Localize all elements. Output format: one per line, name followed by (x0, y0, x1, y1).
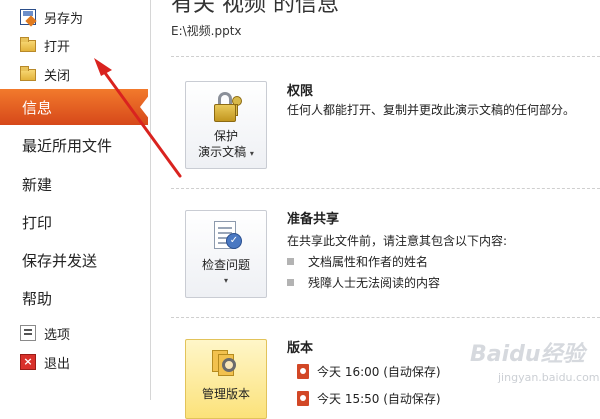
version-item[interactable]: 今天 15:50 (自动保存) (297, 390, 441, 407)
nav-recent[interactable]: 最近所用文件 (0, 127, 150, 163)
nav-print-label: 打印 (22, 213, 53, 232)
protect-presentation-button[interactable]: 保护 演示文稿 ▾ (185, 81, 267, 169)
backstage-nav: 另存为 打开 关闭 信息 最近所用文件 新建 打印 保存并发送 帮助 选项 × … (0, 0, 151, 400)
lock-key-icon (208, 90, 244, 124)
nav-info[interactable]: 信息 (0, 89, 148, 125)
close-folder-icon (20, 66, 36, 81)
check-issues-button[interactable]: ✓ 检查问题 ▾ (185, 210, 267, 298)
version-text: 今天 15:50 (自动保存) (317, 392, 441, 406)
bullet-text: 文档属性和作者的姓名 (308, 255, 429, 269)
bullet-text: 残障人士无法阅读的内容 (308, 276, 441, 290)
divider (171, 56, 600, 57)
nav-close-label: 关闭 (44, 68, 71, 84)
active-tab-notch (140, 94, 150, 120)
permissions-title: 权限 (287, 84, 314, 99)
divider (171, 317, 600, 318)
options-icon (20, 325, 36, 341)
list-item: 文档属性和作者的姓名 (287, 253, 428, 270)
nav-exit[interactable]: × 退出 (0, 348, 150, 376)
nav-close[interactable]: 关闭 (0, 60, 150, 88)
nav-open[interactable]: 打开 (0, 31, 150, 59)
version-text: 今天 16:00 (自动保存) (317, 365, 441, 379)
nav-save-send-label: 保存并发送 (22, 251, 98, 270)
protect-label-line1: 保护 (213, 129, 238, 143)
nav-help[interactable]: 帮助 (0, 280, 150, 316)
nav-recent-label: 最近所用文件 (22, 136, 113, 155)
nav-exit-label: 退出 (44, 356, 71, 372)
prepare-share-title: 准备共享 (287, 212, 340, 227)
watermark-logo: Baidu经验 (470, 342, 585, 367)
nav-save-send[interactable]: 保存并发送 (0, 242, 150, 278)
prepare-share-text: 在共享此文件前，请注意其包含以下内容: (287, 234, 508, 248)
nav-save-as[interactable]: 另存为 (0, 3, 150, 31)
nav-options[interactable]: 选项 (0, 319, 150, 347)
watermark: Baidu经验 jingyan.baidu.com (470, 336, 600, 396)
permissions-text: 任何人都能打开、复制并更改此演示文稿的任何部分。 (287, 103, 576, 117)
nav-open-label: 打开 (44, 39, 71, 55)
nav-help-label: 帮助 (22, 289, 53, 308)
manage-versions-icon (208, 348, 244, 382)
page-title: 有关 视频 的信息 (171, 0, 339, 17)
check-issues-label: 检查问题 (201, 258, 250, 272)
nav-save-as-label: 另存为 (44, 11, 84, 27)
nav-print[interactable]: 打印 (0, 204, 150, 240)
versions-title: 版本 (287, 341, 314, 356)
save-as-icon (20, 9, 36, 25)
chevron-down-icon: ▾ (223, 276, 228, 285)
nav-options-label: 选项 (44, 327, 71, 343)
nav-new-label: 新建 (22, 175, 53, 194)
list-item: 残障人士无法阅读的内容 (287, 274, 440, 291)
open-folder-icon (20, 37, 36, 52)
chevron-down-icon: ▾ (249, 149, 254, 158)
nav-info-label: 信息 (22, 98, 53, 117)
nav-new[interactable]: 新建 (0, 166, 150, 202)
manage-versions-button[interactable]: 管理版本 (185, 339, 267, 419)
exit-icon: × (20, 354, 36, 370)
bullet-icon (287, 258, 294, 265)
version-item[interactable]: 今天 16:00 (自动保存) (297, 363, 441, 380)
watermark-url: jingyan.baidu.com (498, 371, 600, 384)
bullet-icon (287, 279, 294, 286)
powerpoint-file-icon (297, 364, 309, 379)
inspect-document-icon: ✓ (208, 219, 244, 253)
powerpoint-file-icon (297, 391, 309, 406)
file-path: E:\视频.pptx (171, 24, 242, 38)
protect-label-line2: 演示文稿 (198, 145, 247, 159)
divider (171, 188, 600, 189)
